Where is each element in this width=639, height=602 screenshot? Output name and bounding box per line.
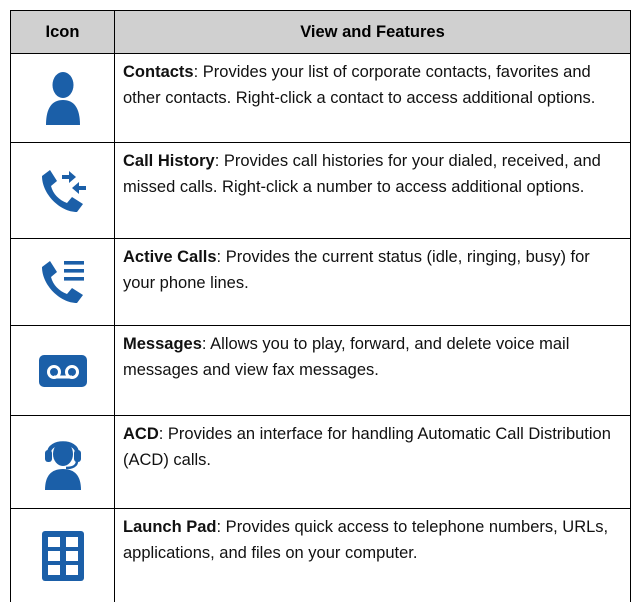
description-cell: Contacts: Provides your list of corporat… [115,54,631,143]
feature-term: Contacts [123,63,194,81]
description-cell: Active Calls: Provides the current statu… [115,239,631,326]
acd-headset-agent-icon [11,433,114,491]
table-row: Launch Pad: Provides quick access to tel… [11,509,631,602]
feature-term: Active Calls [123,248,217,266]
call-history-phone-arrows-icon [11,166,114,216]
icon-cell [11,326,115,416]
feature-term: Call History [123,152,215,170]
icon-cell [11,54,115,143]
icon-column-header: Icon [11,11,115,54]
icon-cell [11,509,115,602]
table-row: Contacts: Provides your list of corporat… [11,54,631,143]
table-row: ACD: Provides an interface for handling … [11,416,631,509]
icon-cell [11,416,115,509]
description-cell: Messages: Allows you to play, forward, a… [115,326,631,416]
description-cell: Launch Pad: Provides quick access to tel… [115,509,631,602]
feature-term: Messages [123,335,202,353]
table-row: Active Calls: Provides the current statu… [11,239,631,326]
voicemail-icon [11,355,114,387]
icon-cell [11,143,115,239]
feature-description: : Provides an interface for handling Aut… [123,425,611,469]
features-table: Icon View and Features Contacts: Provide… [10,10,631,602]
contacts-person-icon [11,70,114,126]
active-calls-phone-lines-icon [11,257,114,307]
table-header-row: Icon View and Features [11,11,631,54]
table-row: Messages: Allows you to play, forward, a… [11,326,631,416]
features-column-header: View and Features [115,11,631,54]
table-row: Call History: Provides call histories fo… [11,143,631,239]
description-cell: Call History: Provides call histories fo… [115,143,631,239]
feature-term: Launch Pad [123,518,217,536]
feature-term: ACD [123,425,159,443]
feature-description: : Provides your list of corporate contac… [123,63,595,107]
launch-pad-grid-icon [11,531,114,581]
icon-cell [11,239,115,326]
description-cell: ACD: Provides an interface for handling … [115,416,631,509]
